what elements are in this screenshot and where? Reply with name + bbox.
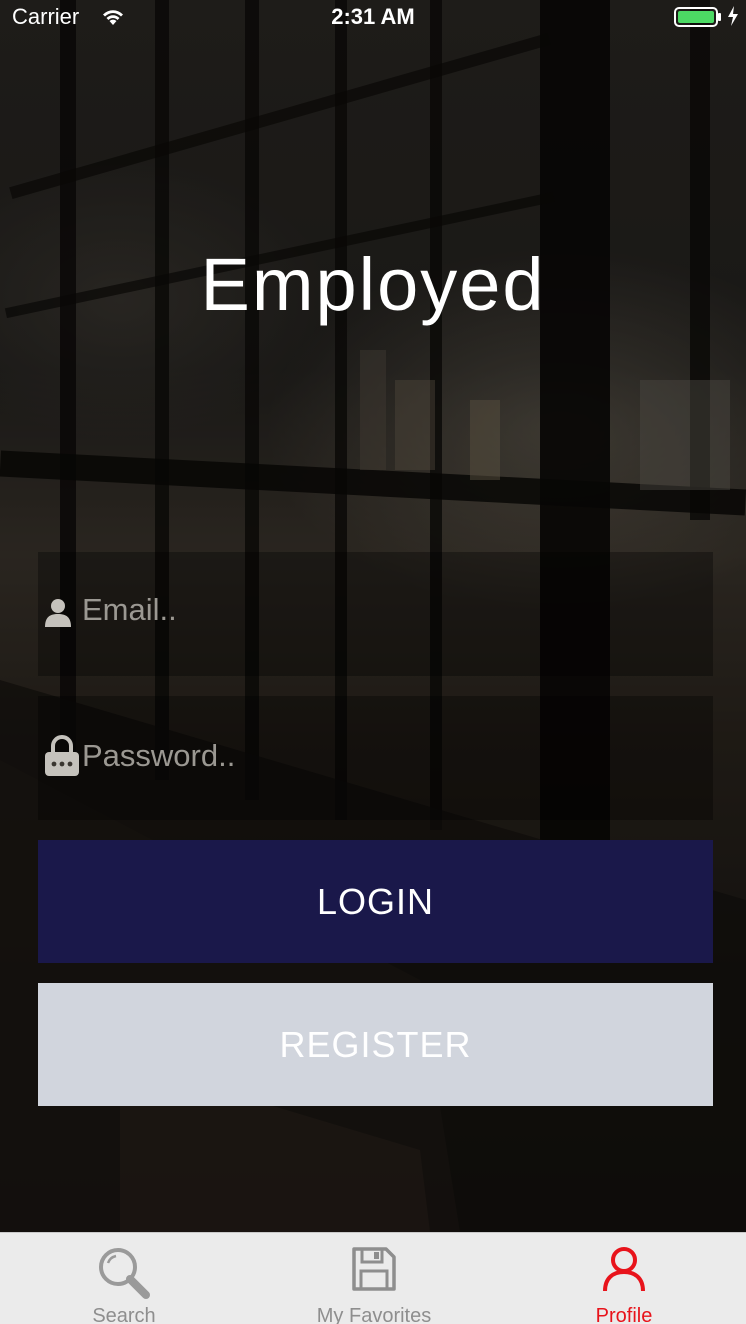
tab-profile-label: Profile bbox=[595, 1305, 653, 1324]
tab-search-label: Search bbox=[92, 1305, 156, 1324]
tab-my-favorites-label: My Favorites bbox=[316, 1305, 432, 1324]
login-button[interactable]: LOGIN bbox=[38, 840, 713, 963]
search-icon bbox=[96, 1245, 152, 1306]
password-field[interactable] bbox=[38, 696, 713, 820]
tab-profile[interactable]: Profile bbox=[564, 1233, 684, 1324]
lock-icon bbox=[44, 734, 80, 783]
battery-icon bbox=[674, 7, 722, 33]
register-button[interactable]: REGISTER bbox=[38, 983, 713, 1106]
login-screen: Carrier 2:31 AM Employed Email.. LOGIN R… bbox=[0, 0, 746, 1324]
tab-bar: Search My Favorites Profile bbox=[0, 1232, 746, 1324]
charging-bolt-icon bbox=[727, 6, 739, 32]
tab-search[interactable]: Search bbox=[64, 1233, 184, 1324]
floppy-disk-icon bbox=[350, 1245, 398, 1298]
clock-time: 2:31 AM bbox=[331, 4, 415, 29]
status-bar: Carrier 2:31 AM bbox=[0, 0, 746, 36]
profile-icon bbox=[600, 1245, 648, 1298]
person-icon bbox=[44, 598, 72, 633]
password-input[interactable] bbox=[82, 696, 702, 816]
app-title: Employed bbox=[200, 243, 546, 326]
tab-my-favorites[interactable]: My Favorites bbox=[294, 1233, 454, 1324]
email-field[interactable] bbox=[38, 548, 713, 676]
email-input[interactable] bbox=[82, 548, 702, 672]
